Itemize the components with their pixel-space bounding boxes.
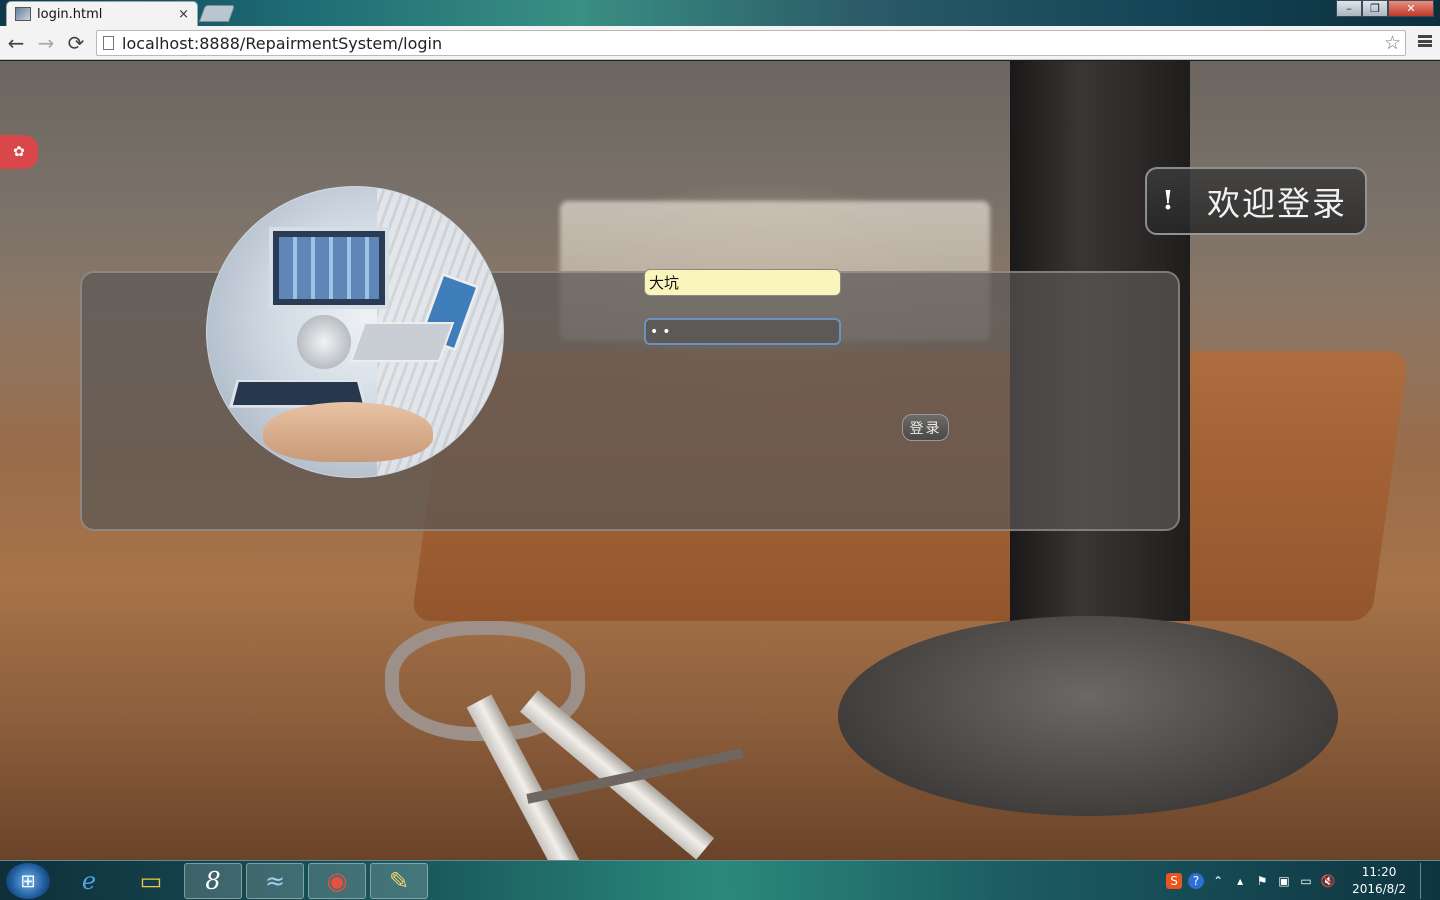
page-viewport: ✿ ! 欢迎登录 bbox=[0, 61, 1440, 860]
back-button[interactable]: ← bbox=[2, 29, 30, 57]
background-pole-base bbox=[838, 616, 1338, 816]
internet-explorer-icon[interactable]: e bbox=[60, 863, 118, 899]
welcome-banner: ! 欢迎登录 bbox=[1145, 167, 1367, 235]
window-controls: – ❐ ✕ bbox=[1336, 0, 1434, 17]
windows-taskbar: ⊞ e ▭ 8 ≈ ◉ ✎ S ? ⌃ ▴ ⚑ ▣ ▭ 🔇 11:20 2016… bbox=[0, 860, 1440, 900]
clock-date: 2016/8/2 bbox=[1352, 882, 1406, 896]
url-text[interactable]: localhost:8888/RepairmentSystem/login bbox=[122, 34, 442, 53]
show-hidden-icons-icon[interactable]: ▴ bbox=[1232, 873, 1248, 889]
clock-time: 11:20 bbox=[1361, 865, 1397, 879]
background-compass bbox=[385, 601, 745, 860]
browser-tab[interactable]: login.html × bbox=[6, 1, 198, 26]
chrome-menu-icon[interactable] bbox=[1418, 32, 1432, 50]
system-tray: S ? ⌃ ▴ ⚑ ▣ ▭ 🔇 11:20 2016/8/2 bbox=[1166, 863, 1432, 899]
maximize-button[interactable]: ❐ bbox=[1362, 0, 1388, 17]
eclipse-icon[interactable]: 8 bbox=[184, 863, 242, 899]
login-button[interactable]: 登录 bbox=[902, 414, 949, 441]
hero-technology-image bbox=[206, 186, 504, 478]
reload-button[interactable]: ⟳ bbox=[62, 29, 90, 57]
close-window-button[interactable]: ✕ bbox=[1388, 0, 1434, 17]
file-explorer-icon[interactable]: ▭ bbox=[122, 863, 180, 899]
settings-gear-icon[interactable]: ✿ bbox=[0, 135, 38, 169]
system-clock[interactable]: 11:20 2016/8/2 bbox=[1352, 864, 1406, 898]
browser-toolbar: ← → ⟳ localhost:8888/RepairmentSystem/lo… bbox=[0, 26, 1440, 60]
start-button[interactable]: ⊞ bbox=[6, 863, 50, 899]
address-bar[interactable]: localhost:8888/RepairmentSystem/login ☆ bbox=[96, 30, 1406, 56]
volume-muted-icon[interactable]: 🔇 bbox=[1320, 873, 1336, 889]
bookmark-star-icon[interactable]: ☆ bbox=[1384, 32, 1401, 54]
minimize-button[interactable]: – bbox=[1336, 0, 1362, 17]
new-tab-button[interactable] bbox=[198, 5, 236, 22]
show-desktop-button[interactable] bbox=[1420, 863, 1432, 899]
page-icon bbox=[103, 36, 114, 50]
tab-close-icon[interactable]: × bbox=[178, 7, 189, 22]
password-input[interactable]: •• bbox=[644, 318, 841, 345]
mysql-workbench-icon[interactable]: ≈ bbox=[246, 863, 304, 899]
sogou-ime-icon[interactable]: S bbox=[1166, 873, 1183, 889]
chrome-icon[interactable]: ◉ bbox=[308, 863, 366, 899]
action-center-flag-icon[interactable]: ⚑ bbox=[1254, 873, 1270, 889]
exclamation-icon: ! bbox=[1162, 186, 1174, 216]
device-icon[interactable]: ▣ bbox=[1276, 873, 1292, 889]
welcome-title: 欢迎登录 bbox=[1207, 184, 1347, 223]
network-icon[interactable]: ▭ bbox=[1298, 873, 1314, 889]
favicon-icon bbox=[15, 7, 31, 21]
tab-title: login.html bbox=[37, 6, 103, 22]
browser-titlebar: login.html × – ❐ ✕ bbox=[0, 0, 1440, 26]
ime-toggle-icon[interactable]: ⌃ bbox=[1210, 873, 1226, 889]
username-input[interactable]: 大坑 bbox=[644, 269, 841, 296]
paint-icon[interactable]: ✎ bbox=[370, 863, 428, 899]
forward-button[interactable]: → bbox=[32, 29, 60, 57]
help-icon[interactable]: ? bbox=[1188, 873, 1205, 889]
